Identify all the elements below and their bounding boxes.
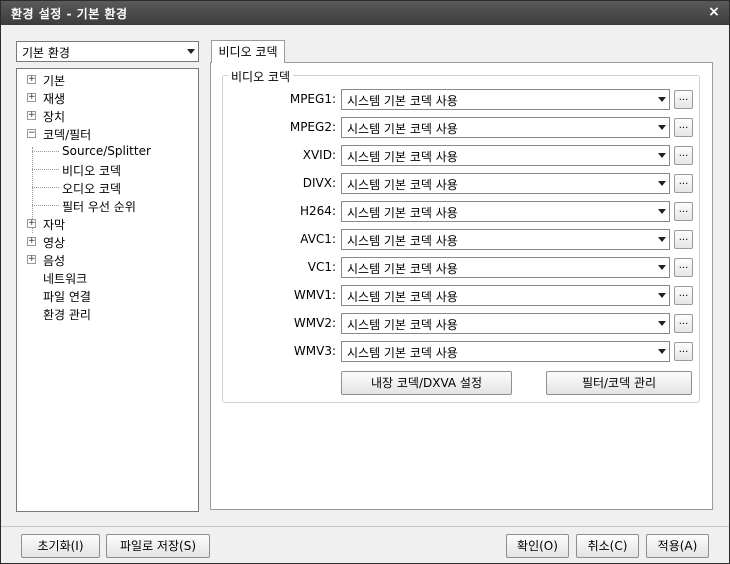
codec-label-wmv2: WMV2: xyxy=(293,316,336,330)
chevron-down-icon xyxy=(187,49,195,54)
codec-more-button-mpeg1[interactable]: ... xyxy=(674,90,693,109)
codec-select-wmv2[interactable]: 시스템 기본 코덱 사용 xyxy=(341,313,670,334)
ok-button[interactable]: 확인(O) xyxy=(506,534,569,558)
codec-select-value: 시스템 기본 코덱 사용 xyxy=(347,122,458,136)
preset-dropdown[interactable]: 기본 환경 xyxy=(16,41,199,62)
codec-select-wmv1[interactable]: 시스템 기본 코덱 사용 xyxy=(341,285,670,306)
expand-plus-icon[interactable]: + xyxy=(27,93,36,102)
codec-label-divx: DIVX: xyxy=(302,176,336,190)
codec-select-xvid[interactable]: 시스템 기본 코덱 사용 xyxy=(341,145,670,166)
chevron-down-icon xyxy=(658,181,666,186)
expand-plus-icon[interactable]: + xyxy=(27,111,36,120)
codec-more-button-mpeg2[interactable]: ... xyxy=(674,118,693,137)
tree-connector xyxy=(32,187,59,188)
chevron-down-icon xyxy=(658,321,666,326)
reset-button[interactable]: 초기화(I) xyxy=(21,534,100,558)
codec-label-vc1: VC1: xyxy=(307,260,336,274)
group-title: 비디오 코덱 xyxy=(228,68,294,85)
tree-item-label: 재생 xyxy=(43,92,66,106)
close-icon[interactable]: × xyxy=(705,3,723,21)
chevron-down-icon xyxy=(658,265,666,270)
codec-more-button-wmv3[interactable]: ... xyxy=(674,342,693,361)
codec-select-avc1[interactable]: 시스템 기본 코덱 사용 xyxy=(341,229,670,250)
tree-item-label: Source/Splitter xyxy=(62,144,151,158)
expand-plus-icon[interactable]: + xyxy=(27,255,36,264)
chevron-down-icon xyxy=(658,97,666,102)
codec-select-value: 시스템 기본 코덱 사용 xyxy=(347,150,458,164)
codec-select-h264[interactable]: 시스템 기본 코덱 사용 xyxy=(341,201,670,222)
preferences-window: 환경 설정 - 기본 환경 × 기본 환경 + 기본 + 재생 + 장치 − 코… xyxy=(0,0,730,564)
tree-item-label: 자막 xyxy=(43,218,66,232)
filter-codec-manage-button[interactable]: 필터/코덱 관리 xyxy=(546,371,692,395)
codec-select-value: 시스템 기본 코덱 사용 xyxy=(347,290,458,304)
apply-button[interactable]: 적용(A) xyxy=(646,534,709,558)
codec-select-value: 시스템 기본 코덱 사용 xyxy=(347,178,458,192)
codec-more-button-avc1[interactable]: ... xyxy=(674,230,693,249)
chevron-down-icon xyxy=(658,237,666,242)
chevron-down-icon xyxy=(658,293,666,298)
tree-item-label: 필터 우선 순위 xyxy=(62,200,136,214)
codec-select-value: 시스템 기본 코덱 사용 xyxy=(347,318,458,332)
tree-item-label: 기본 xyxy=(43,74,66,88)
tree-item-label: 오디오 코덱 xyxy=(62,182,122,196)
codec-label-avc1: AVC1: xyxy=(300,232,336,246)
codec-select-wmv3[interactable]: 시스템 기본 코덱 사용 xyxy=(341,341,670,362)
chevron-down-icon xyxy=(658,349,666,354)
codec-more-button-divx[interactable]: ... xyxy=(674,174,693,193)
chevron-down-icon xyxy=(658,125,666,130)
chevron-down-icon xyxy=(658,209,666,214)
codec-label-wmv3: WMV3: xyxy=(293,344,336,358)
settings-tree[interactable]: + 기본 + 재생 + 장치 − 코덱/필터 Source/Splitter 비… xyxy=(16,68,199,512)
codec-label-mpeg2: MPEG2: xyxy=(289,120,336,134)
codec-select-value: 시스템 기본 코덱 사용 xyxy=(347,94,458,108)
codec-select-value: 시스템 기본 코덱 사용 xyxy=(347,206,458,220)
codec-more-button-xvid[interactable]: ... xyxy=(674,146,693,165)
expand-plus-icon[interactable]: + xyxy=(27,75,36,84)
codec-select-vc1[interactable]: 시스템 기본 코덱 사용 xyxy=(341,257,670,278)
tree-connector xyxy=(32,169,59,170)
codec-select-value: 시스템 기본 코덱 사용 xyxy=(347,346,458,360)
tree-item-label: 음성 xyxy=(43,254,66,268)
preset-dropdown-value: 기본 환경 xyxy=(22,46,70,60)
codec-more-button-h264[interactable]: ... xyxy=(674,202,693,221)
codec-more-button-wmv1[interactable]: ... xyxy=(674,286,693,305)
tab-video-codec[interactable]: 비디오 코덱 xyxy=(211,40,285,63)
codec-select-mpeg2[interactable]: 시스템 기본 코덱 사용 xyxy=(341,117,670,138)
codec-label-xvid: XVID: xyxy=(302,148,336,162)
tree-item-label: 환경 관리 xyxy=(43,308,91,322)
expand-plus-icon[interactable]: + xyxy=(27,237,36,246)
tree-item-label: 장치 xyxy=(43,110,66,124)
tree-item-label: 영상 xyxy=(43,236,66,250)
codec-select-mpeg1[interactable]: 시스템 기본 코덱 사용 xyxy=(341,89,670,110)
expand-plus-icon[interactable]: + xyxy=(27,219,36,228)
internal-codec-dxva-button[interactable]: 내장 코덱/DXVA 설정 xyxy=(341,371,512,395)
collapse-minus-icon[interactable]: − xyxy=(27,129,36,138)
codec-label-mpeg1: MPEG1: xyxy=(289,92,336,106)
chevron-down-icon xyxy=(658,153,666,158)
codec-select-value: 시스템 기본 코덱 사용 xyxy=(347,234,458,248)
save-to-file-button[interactable]: 파일로 저장(S) xyxy=(106,534,210,558)
footer-divider xyxy=(1,526,729,527)
tree-item-label: 코덱/필터 xyxy=(43,128,92,142)
window-title: 환경 설정 - 기본 환경 xyxy=(11,7,128,21)
title-bar[interactable]: 환경 설정 - 기본 환경 × xyxy=(1,1,729,25)
codec-more-button-vc1[interactable]: ... xyxy=(674,258,693,277)
codec-select-divx[interactable]: 시스템 기본 코덱 사용 xyxy=(341,173,670,194)
tree-connector xyxy=(32,205,59,206)
codec-more-button-wmv2[interactable]: ... xyxy=(674,314,693,333)
tree-item-label: 네트워크 xyxy=(43,272,88,286)
tree-item-label: 비디오 코덱 xyxy=(62,164,122,178)
codec-label-h264: H264: xyxy=(300,204,336,218)
codec-label-wmv1: WMV1: xyxy=(293,288,336,302)
tree-connector xyxy=(32,151,59,152)
tree-item-label: 파일 연결 xyxy=(43,290,91,304)
cancel-button[interactable]: 취소(C) xyxy=(576,534,639,558)
codec-select-value: 시스템 기본 코덱 사용 xyxy=(347,262,458,276)
